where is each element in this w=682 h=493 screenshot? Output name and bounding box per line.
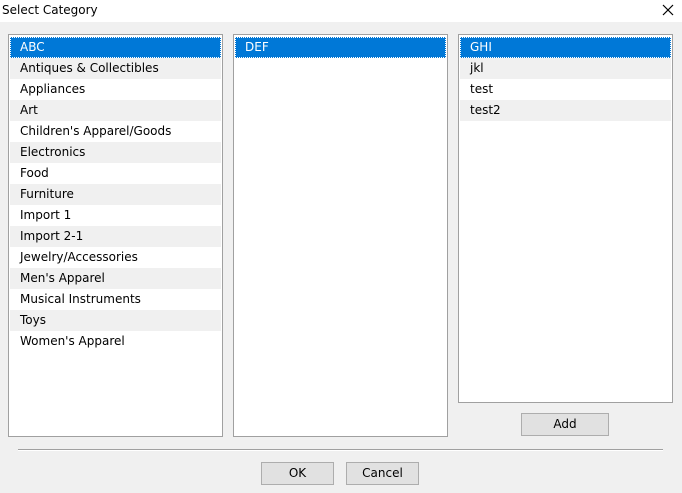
list-item[interactable]: Appliances bbox=[10, 79, 221, 100]
cancel-button[interactable]: Cancel bbox=[346, 462, 419, 485]
list-item[interactable]: Jewelry/Accessories bbox=[10, 247, 221, 268]
list-item[interactable]: Furniture bbox=[10, 184, 221, 205]
ok-button[interactable]: OK bbox=[261, 462, 334, 485]
list-item[interactable]: test bbox=[460, 79, 671, 100]
list-item[interactable]: ABC bbox=[10, 37, 221, 58]
list-item[interactable]: Toys bbox=[10, 310, 221, 331]
separator bbox=[18, 449, 663, 451]
list-item[interactable]: Children's Apparel/Goods bbox=[10, 121, 221, 142]
list-item[interactable]: Men's Apparel bbox=[10, 268, 221, 289]
close-icon[interactable] bbox=[657, 0, 679, 22]
list-item[interactable]: Import 1 bbox=[10, 205, 221, 226]
list-item[interactable]: Electronics bbox=[10, 142, 221, 163]
list-item[interactable]: Food bbox=[10, 163, 221, 184]
list-item[interactable]: Women's Apparel bbox=[10, 331, 221, 352]
category-list[interactable]: ABC Antiques & Collectibles Appliances Art C… bbox=[8, 34, 223, 437]
list-item[interactable]: DEF bbox=[235, 37, 446, 58]
list-item[interactable]: Art bbox=[10, 100, 221, 121]
sub-subcategory-list[interactable]: GHI jkl test test2 bbox=[458, 34, 673, 403]
list-item[interactable]: Antiques & Collectibles bbox=[10, 58, 221, 79]
list-item[interactable]: test2 bbox=[460, 100, 671, 121]
list-item[interactable]: GHI bbox=[460, 37, 671, 58]
list-item[interactable]: Import 2-1 bbox=[10, 226, 221, 247]
title-bar: Select Category bbox=[0, 0, 682, 22]
add-button[interactable]: Add bbox=[521, 413, 609, 436]
window-title: Select Category bbox=[2, 3, 98, 17]
subcategory-list[interactable]: DEF bbox=[233, 34, 448, 437]
list-item[interactable]: jkl bbox=[460, 58, 671, 79]
list-item[interactable]: Musical Instruments bbox=[10, 289, 221, 310]
